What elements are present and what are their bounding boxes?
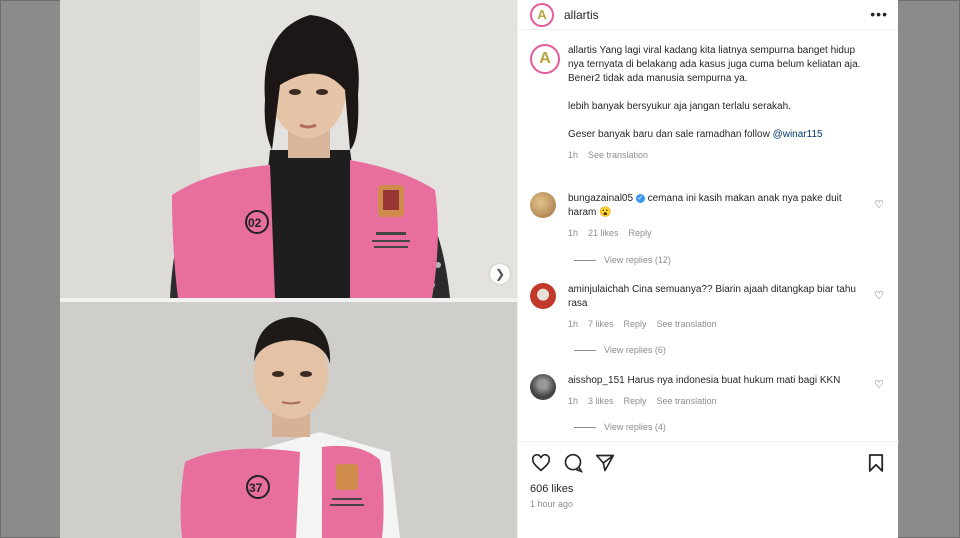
- comment-likes[interactable]: 21 likes: [588, 226, 619, 240]
- view-replies-label: View replies (12): [604, 255, 671, 265]
- posted-time: 1 hour ago: [530, 499, 574, 509]
- commenter-avatar[interactable]: [530, 192, 556, 218]
- view-replies-label: View replies (4): [604, 422, 666, 432]
- post-side-panel: A allartis ••• A allartis Yang lagi vira…: [517, 0, 899, 538]
- comment-time: 1h: [568, 228, 579, 238]
- comment-username[interactable]: bungazainal05: [568, 193, 633, 204]
- comment-likes[interactable]: 3 likes: [588, 394, 614, 408]
- comment-time: 1h: [568, 319, 579, 329]
- post-caption: A allartis Yang lagi viral kadang kita l…: [530, 44, 890, 162]
- post-media[interactable]: 02 37 ❯: [60, 0, 517, 538]
- author-avatar[interactable]: A: [530, 2, 554, 27]
- photo-woman-detainee: 02: [60, 0, 517, 298]
- instagram-post: 02 37 ❯ A allartis ••• A allartis Yang l…: [60, 0, 899, 538]
- caption-time: 1h: [568, 150, 579, 160]
- caption-mention-link[interactable]: @winar115: [773, 129, 823, 140]
- comment-see-translation[interactable]: See translation: [657, 394, 717, 408]
- bookmark-icon[interactable]: [865, 452, 887, 474]
- caption-avatar[interactable]: A: [530, 44, 560, 74]
- likes-count[interactable]: 606 likes: [518, 474, 899, 495]
- replies-divider: [574, 426, 596, 428]
- carousel-next-button[interactable]: ❯: [490, 264, 510, 284]
- like-heart-icon[interactable]: [530, 452, 552, 474]
- post-header: A allartis •••: [518, 0, 898, 30]
- comment-username[interactable]: aminjulaichah: [568, 284, 629, 295]
- comment-reply-button[interactable]: Reply: [624, 394, 647, 408]
- caption-line-2: Bener2 tidak ada manusia sempurna ya.: [568, 73, 748, 84]
- comment-item: aminjulaichah Cina semuanya?? Biarin aja…: [530, 283, 890, 331]
- author-username[interactable]: allartis: [564, 8, 599, 22]
- more-horizontal-icon[interactable]: •••: [870, 6, 888, 22]
- view-replies-label: View replies (6): [604, 345, 666, 355]
- heart-outline-icon[interactable]: ♡: [874, 289, 884, 302]
- caption-see-translation[interactable]: See translation: [588, 148, 648, 162]
- replies-divider: [574, 259, 596, 261]
- view-replies-button[interactable]: View replies (6): [574, 345, 666, 355]
- caption-line-3: lebih banyak bersyukur aja jangan terlal…: [568, 101, 791, 112]
- share-send-icon[interactable]: [594, 452, 616, 474]
- vest-number-top: 02: [248, 216, 262, 230]
- comment-username[interactable]: aisshop_151: [568, 375, 625, 386]
- photo-man-detainee: 37: [60, 302, 517, 538]
- caption-username[interactable]: allartis: [568, 45, 597, 56]
- heart-outline-icon[interactable]: ♡: [874, 378, 884, 391]
- comment-item: aisshop_151 Harus nya indonesia buat huk…: [530, 374, 890, 408]
- heart-outline-icon[interactable]: ♡: [874, 198, 884, 211]
- caption-line-1: Yang lagi viral kadang kita liatnya semp…: [568, 45, 861, 70]
- view-replies-button[interactable]: View replies (12): [574, 255, 671, 265]
- comment-reply-button[interactable]: Reply: [624, 317, 647, 331]
- comment-reply-button[interactable]: Reply: [629, 226, 652, 240]
- replies-divider: [574, 349, 596, 351]
- comment-bubble-icon[interactable]: [562, 452, 584, 474]
- comment-item: bungazainal05 ✓ cemana ini kasih makan a…: [530, 192, 890, 240]
- commenter-avatar[interactable]: [530, 283, 556, 309]
- comment-likes[interactable]: 7 likes: [588, 317, 614, 331]
- caption-line-4: Geser banyak baru dan sale ramadhan foll…: [568, 129, 773, 140]
- comment-see-translation[interactable]: See translation: [657, 317, 717, 331]
- vest-number-bottom: 37: [249, 481, 263, 495]
- verified-badge-icon: ✓: [635, 193, 645, 203]
- view-replies-button[interactable]: View replies (4): [574, 422, 666, 432]
- commenter-avatar[interactable]: [530, 374, 556, 400]
- comment-text: Harus nya indonesia buat hukum mati bagi…: [627, 375, 841, 386]
- chevron-right-icon: ❯: [494, 267, 506, 281]
- comment-time: 1h: [568, 396, 579, 406]
- post-actions-bar: 606 likes 1 hour ago: [518, 441, 899, 538]
